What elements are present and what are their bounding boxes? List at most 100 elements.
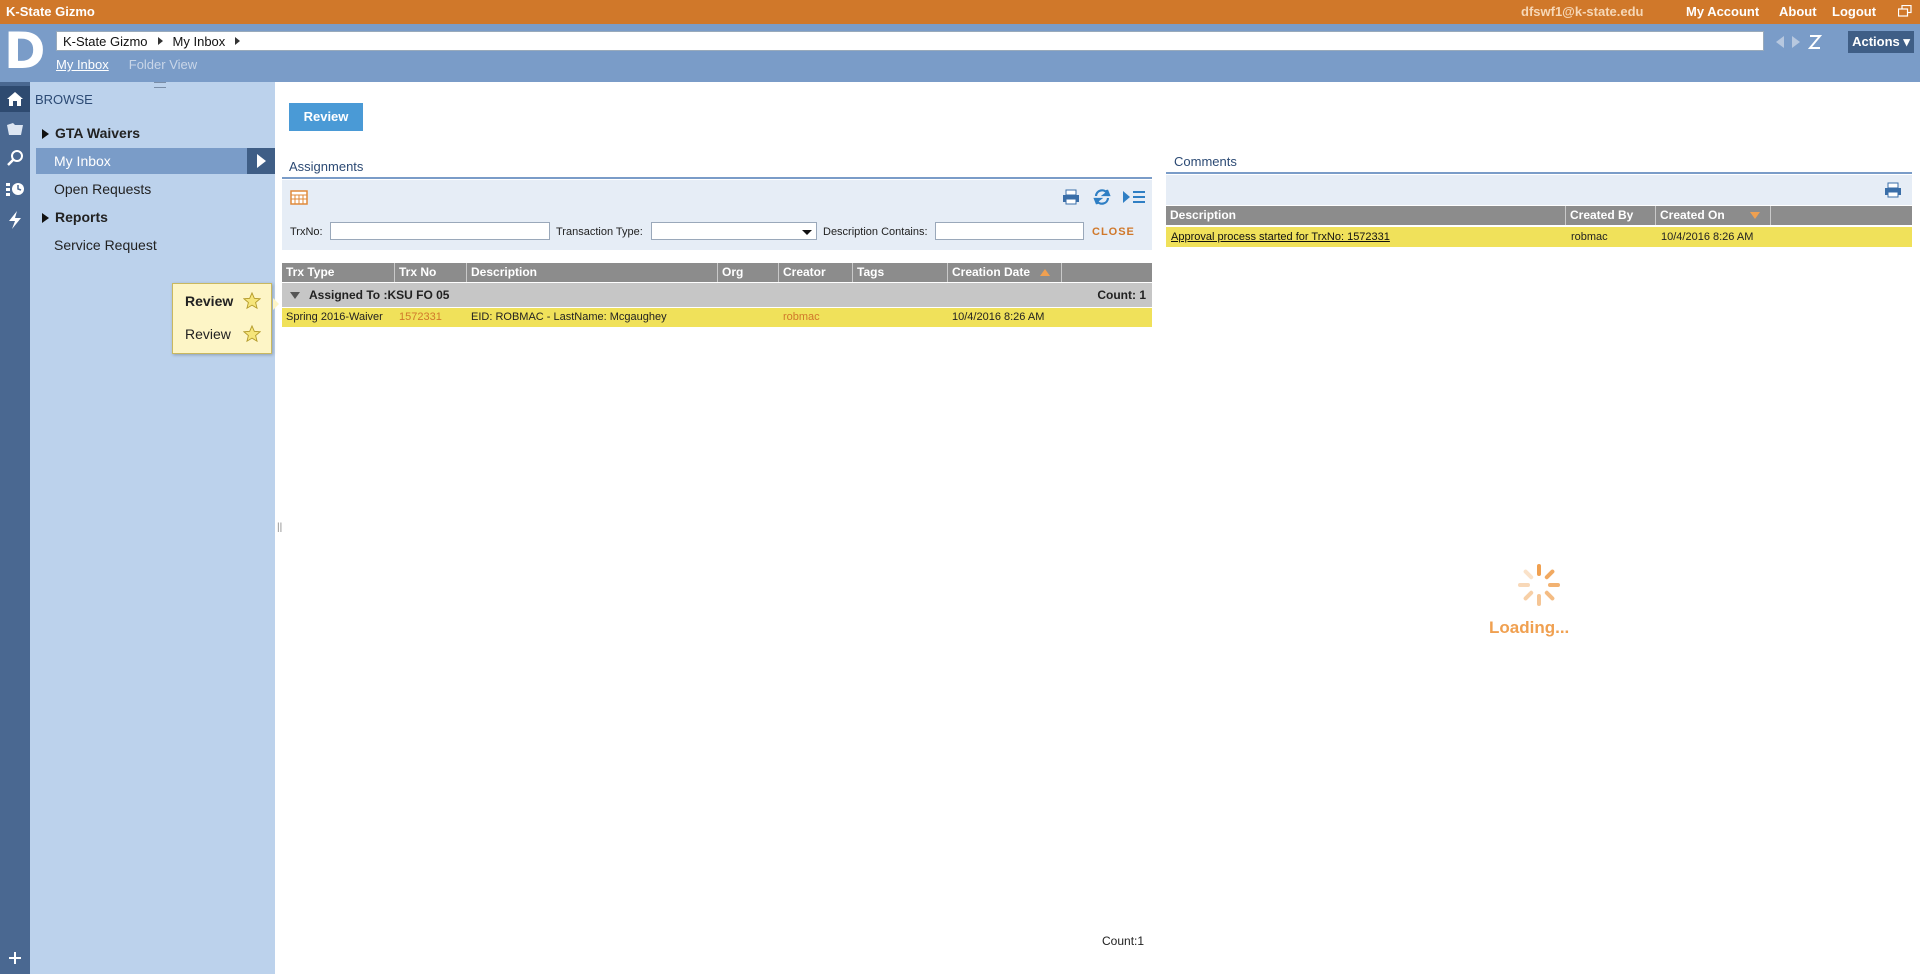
transaction-type-label: Transaction Type: <box>556 226 643 238</box>
print-icon[interactable] <box>1884 182 1902 198</box>
assignments-filter-bar: TrxNo: Transaction Type: Description Con… <box>282 214 1152 250</box>
calendar-icon[interactable] <box>290 189 308 205</box>
browse-item-my-inbox[interactable]: My Inbox <box>36 148 275 174</box>
forward-arrow-icon[interactable] <box>1792 36 1800 48</box>
table-row[interactable]: Spring 2016-Waiver 1572331 EID: ROBMAC -… <box>282 308 1152 327</box>
top-bar: K-State Gizmo dfswf1@k-state.edu My Acco… <box>0 0 1920 24</box>
tab-folder-view[interactable]: Folder View <box>129 57 197 72</box>
cell-org <box>718 308 779 327</box>
column-header-description[interactable]: Description <box>1166 206 1566 225</box>
browse-item-reports[interactable]: Reports <box>36 204 108 230</box>
cell-trx-type: Spring 2016-Waiver <box>286 311 383 323</box>
star-icon[interactable] <box>243 291 261 310</box>
browse-item-service-request[interactable]: Service Request <box>36 232 157 258</box>
browse-item-label: Reports <box>55 209 108 225</box>
transaction-type-select[interactable] <box>651 222 817 240</box>
browse-panel: BROWSE GTA Waivers My Inbox Open Request… <box>30 82 275 974</box>
column-header-creation-date[interactable]: Creation Date <box>948 263 1062 282</box>
expand-columns-icon[interactable] <box>1122 189 1146 205</box>
search-icon[interactable] <box>5 148 25 168</box>
column-header-label: Creation Date <box>952 265 1031 279</box>
assignments-title: Assignments <box>289 159 364 174</box>
actions-menu-button[interactable]: Actions ▾ <box>1848 31 1914 53</box>
review-button[interactable]: Review <box>289 103 363 131</box>
description-contains-label: Description Contains: <box>823 226 928 238</box>
about-link[interactable]: About <box>1779 4 1817 19</box>
cell-tags <box>853 308 948 327</box>
sort-ascending-icon[interactable] <box>1040 269 1050 276</box>
popup-item-label: Review <box>185 325 231 342</box>
app-logo[interactable]: D <box>4 26 46 78</box>
column-header-filler <box>1771 206 1912 225</box>
loading-spinner-icon <box>1518 564 1560 606</box>
column-header-label: Created On <box>1660 208 1725 222</box>
view-tabs: My Inbox Folder View <box>56 57 197 72</box>
tab-my-inbox[interactable]: My Inbox <box>56 57 109 72</box>
history-icon[interactable] <box>5 179 25 199</box>
column-header-creator[interactable]: Creator <box>779 263 853 282</box>
icon-rail <box>0 82 30 974</box>
lightning-icon[interactable] <box>5 210 25 230</box>
review-popup-menu: Review Review <box>172 283 279 354</box>
assignments-toolbar <box>282 180 1152 214</box>
column-header-created-by[interactable]: Created By <box>1566 206 1656 225</box>
comment-created-by: robmac <box>1571 231 1608 243</box>
chevron-right-icon <box>157 37 163 45</box>
folder-icon[interactable] <box>5 119 25 139</box>
home-icon[interactable] <box>0 86 30 112</box>
cell-trx-no-link[interactable]: 1572331 <box>395 308 467 327</box>
browse-title: BROWSE <box>35 92 93 107</box>
column-header-filler <box>1062 263 1152 282</box>
chevron-right-icon <box>235 37 241 45</box>
comments-grid-header: Description Created By Created On <box>1166 206 1912 225</box>
table-row[interactable]: Approval process started for TrxNo: 1572… <box>1166 227 1912 247</box>
sort-descending-icon[interactable] <box>1750 212 1760 219</box>
breadcrumb-item-home[interactable]: K-State Gizmo <box>63 34 148 49</box>
description-contains-input[interactable] <box>935 222 1084 240</box>
popup-item-review[interactable]: Review <box>173 317 271 350</box>
popup-item-review[interactable]: Review <box>173 284 271 317</box>
column-header-trx-type[interactable]: Trx Type <box>282 263 395 282</box>
close-filter-button[interactable]: CLOSE <box>1092 226 1135 238</box>
trxno-input[interactable] <box>330 222 550 240</box>
comments-toolbar <box>1166 175 1912 205</box>
browse-item-label: GTA Waivers <box>55 125 141 141</box>
column-header-description[interactable]: Description <box>467 263 718 282</box>
print-icon[interactable] <box>1062 189 1080 205</box>
my-account-link[interactable]: My Account <box>1686 4 1759 19</box>
history-nav <box>1776 34 1822 50</box>
browse-item-label: My Inbox <box>54 153 111 169</box>
assignments-grid-header: Trx Type Trx No Description Org Creator … <box>282 263 1152 282</box>
comment-created-on: 10/4/2016 8:26 AM <box>1661 231 1754 243</box>
back-arrow-icon[interactable] <box>1776 36 1784 48</box>
column-header-created-on[interactable]: Created On <box>1656 206 1771 225</box>
breadcrumb-item-inbox[interactable]: My Inbox <box>173 34 226 49</box>
browse-item-open-requests[interactable]: Open Requests <box>36 176 151 202</box>
column-header-org[interactable]: Org <box>718 263 779 282</box>
header: D K-State Gizmo My Inbox Actions ▾ My In… <box>0 24 1920 82</box>
column-header-tags[interactable]: Tags <box>853 263 948 282</box>
open-arrow-icon[interactable] <box>247 148 275 174</box>
refresh-icon[interactable] <box>1093 188 1111 206</box>
expand-arrow-icon[interactable] <box>42 129 49 140</box>
column-header-trx-no[interactable]: Trx No <box>395 263 467 282</box>
comments-divider <box>1166 172 1912 174</box>
add-icon[interactable] <box>5 948 25 968</box>
restore-window-icon[interactable] <box>1898 5 1912 17</box>
cell-creator-link[interactable]: robmac <box>779 308 853 327</box>
browse-item-gta-waivers[interactable]: GTA Waivers <box>36 120 140 146</box>
assignments-group-row[interactable]: Assigned To :KSU FO 05 Count: 1 <box>282 283 1152 307</box>
resize-grip[interactable] <box>154 82 166 88</box>
logout-link[interactable]: Logout <box>1832 4 1876 19</box>
star-icon[interactable] <box>243 324 261 343</box>
chevron-down-icon[interactable] <box>802 230 812 235</box>
user-email: dfswf1@k-state.edu <box>1521 4 1644 19</box>
sync-icon[interactable] <box>1808 34 1822 50</box>
comments-title: Comments <box>1174 154 1237 169</box>
group-count: Count: 1 <box>1097 288 1146 302</box>
splitter-handle[interactable]: || <box>277 522 282 533</box>
popup-item-label: Review <box>185 292 234 309</box>
expand-arrow-icon[interactable] <box>42 213 49 224</box>
collapse-arrow-icon[interactable] <box>290 292 300 299</box>
comment-description-link[interactable]: Approval process started for TrxNo: 1572… <box>1166 227 1566 247</box>
